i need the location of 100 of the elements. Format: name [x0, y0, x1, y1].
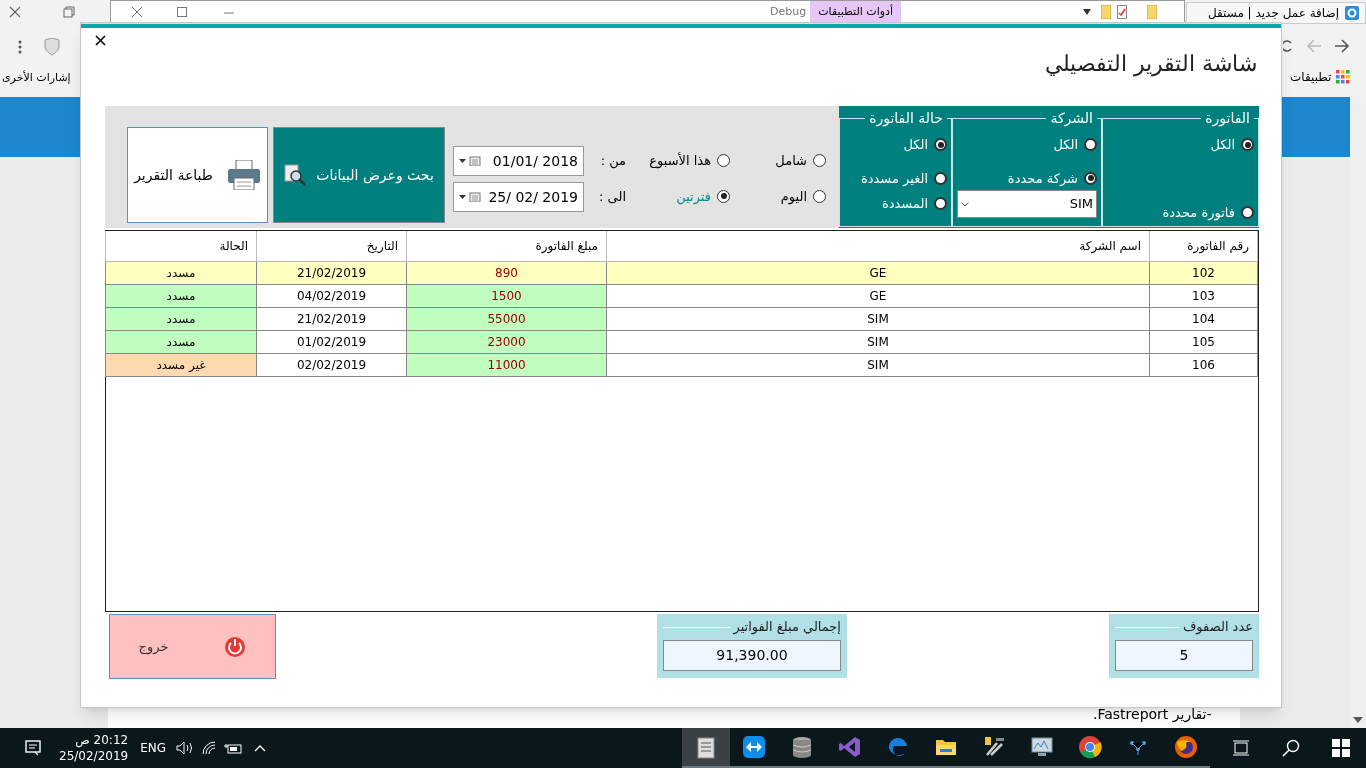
dropdown-caret-icon[interactable]	[1083, 9, 1092, 15]
column-header[interactable]: رقم الفاتورة	[1149, 231, 1258, 261]
checklist-icon[interactable]	[1117, 5, 1128, 19]
column-header[interactable]: الحالة	[105, 231, 257, 261]
bookmark-link[interactable]: تطبيقات	[1290, 68, 1351, 86]
windows-logo-icon[interactable]	[1332, 739, 1350, 757]
chevron-down-icon	[961, 201, 969, 207]
radio-option[interactable]: شركة محددة	[957, 168, 1097, 188]
group-title: الفاتورة	[1204, 109, 1251, 129]
close-icon[interactable]	[8, 5, 22, 19]
menu-icon[interactable]	[18, 40, 22, 54]
table-cell: 55000	[406, 307, 607, 330]
calendar-dropdown-icon	[459, 156, 481, 166]
radio-button[interactable]	[1084, 171, 1097, 185]
radio-button[interactable]	[717, 189, 730, 203]
table-cell: مسدد	[105, 307, 257, 330]
print-button[interactable]: طباعة التقرير	[127, 127, 268, 223]
radio-button[interactable]	[813, 189, 826, 203]
table-cell: غير مسدد	[105, 353, 257, 376]
table-cell: مسدد	[105, 330, 257, 353]
table-cell: SIM	[606, 307, 1150, 330]
chevron-up-icon[interactable]	[254, 744, 267, 752]
radio-option[interactable]: هذا الأسبوع	[634, 151, 730, 171]
document-text: -تقارير Fastreport.	[1093, 705, 1212, 725]
table-cell: 104	[1149, 307, 1258, 330]
date-field[interactable]: 01/01/ 2018	[453, 146, 584, 176]
table-cell: 11000	[406, 353, 607, 376]
count-field: 5	[1115, 640, 1253, 671]
globe-icon	[1174, 735, 1198, 759]
radio-button[interactable]	[934, 197, 947, 211]
radio-button[interactable]	[1241, 205, 1254, 219]
radio-option[interactable]: الغير مسددة	[844, 168, 947, 188]
restore-icon[interactable]	[63, 6, 75, 18]
browser-tab[interactable]: إضافة عمل جديد | مستقل	[1186, 2, 1366, 24]
summary-label: إجمالي مبلغ الفواتير	[733, 618, 841, 637]
maximize-icon[interactable]	[177, 7, 187, 17]
radio-option[interactable]: شامل	[730, 151, 826, 171]
wheel-icon	[1078, 735, 1102, 759]
dialog-title: شاشة التقرير التفصيلي	[1045, 50, 1257, 79]
table-cell: GE	[606, 261, 1150, 284]
table-cell: 1500	[406, 284, 607, 307]
table-cell: 23000	[406, 330, 607, 353]
radio-button[interactable]	[934, 171, 947, 185]
task-view-icon[interactable]	[1232, 740, 1250, 756]
radio-button[interactable]	[1084, 138, 1097, 152]
close-icon[interactable]	[131, 6, 143, 18]
dropdown[interactable]: SIM	[957, 190, 1097, 218]
table-cell: GE	[606, 284, 1150, 307]
radio-option[interactable]: اليوم	[730, 186, 826, 206]
notification-icon[interactable]	[25, 740, 41, 756]
ribbon-icon	[838, 735, 862, 759]
table-cell: 106	[1149, 353, 1258, 376]
language-indicator[interactable]: ENG	[140, 739, 167, 757]
column-header[interactable]: مبلغ الفاتورة	[406, 231, 607, 261]
date-field[interactable]: 25/ 02/ 2019	[453, 182, 584, 212]
radio-option[interactable]: الكل	[844, 135, 947, 155]
ribbon-tab[interactable]: أدوات التطبيقات	[810, 1, 902, 23]
table-cell: 102	[1149, 261, 1258, 284]
swirl-icon	[886, 735, 910, 759]
printer-icon	[226, 160, 261, 190]
notepad-icon	[694, 735, 718, 759]
exit-button[interactable]: خروج	[109, 614, 276, 679]
reload-icon[interactable]	[1283, 39, 1293, 53]
radio-option[interactable]: الكل	[1107, 135, 1254, 155]
total-field: 91,390.00	[663, 640, 841, 671]
bookmark-link[interactable]: إشارات الأخرى	[2, 70, 71, 87]
table-cell: SIM	[606, 330, 1150, 353]
search-icon[interactable]	[1282, 739, 1300, 757]
radio-button[interactable]	[1241, 138, 1254, 152]
site-icon	[1345, 6, 1359, 20]
table-cell: 105	[1149, 330, 1258, 353]
taskbar-button[interactable]	[682, 728, 730, 768]
radio-option[interactable]: فاتورة محددة	[1107, 202, 1254, 222]
forward-icon[interactable]	[1334, 39, 1350, 53]
radio-option[interactable]: المسددة	[844, 194, 947, 214]
column-header[interactable]: اسم الشركة	[606, 231, 1150, 261]
table-cell: مسدد	[105, 284, 257, 307]
column-header[interactable]: التاريخ	[256, 231, 407, 261]
close-button[interactable]	[93, 33, 107, 47]
apps-grid-icon	[1336, 70, 1351, 84]
radio-button[interactable]	[717, 154, 730, 168]
group-title: الشركة	[1049, 109, 1094, 129]
power-icon	[224, 635, 247, 658]
table-cell: 21/02/2019	[256, 261, 407, 284]
search-button[interactable]: بحث وعرض البيانات	[273, 127, 445, 223]
scroll-down-icon[interactable]	[1353, 717, 1363, 723]
table-cell: 103	[1149, 284, 1258, 307]
radio-button[interactable]	[934, 138, 947, 152]
mode-label: Debug	[770, 3, 807, 20]
table-cell: 890	[406, 261, 607, 284]
radio-button[interactable]	[813, 154, 826, 168]
scrollbar[interactable]	[1350, 97, 1366, 728]
radio-option[interactable]: الكل	[957, 135, 1097, 155]
table-cell: SIM	[606, 353, 1150, 376]
close-icon	[94, 34, 106, 46]
database-icon	[790, 735, 814, 759]
battery-icon[interactable]	[224, 742, 243, 754]
magnifier-document-icon	[284, 164, 307, 186]
group-title: حالة الفاتورة	[868, 109, 944, 129]
volume-icon[interactable]	[176, 741, 195, 755]
